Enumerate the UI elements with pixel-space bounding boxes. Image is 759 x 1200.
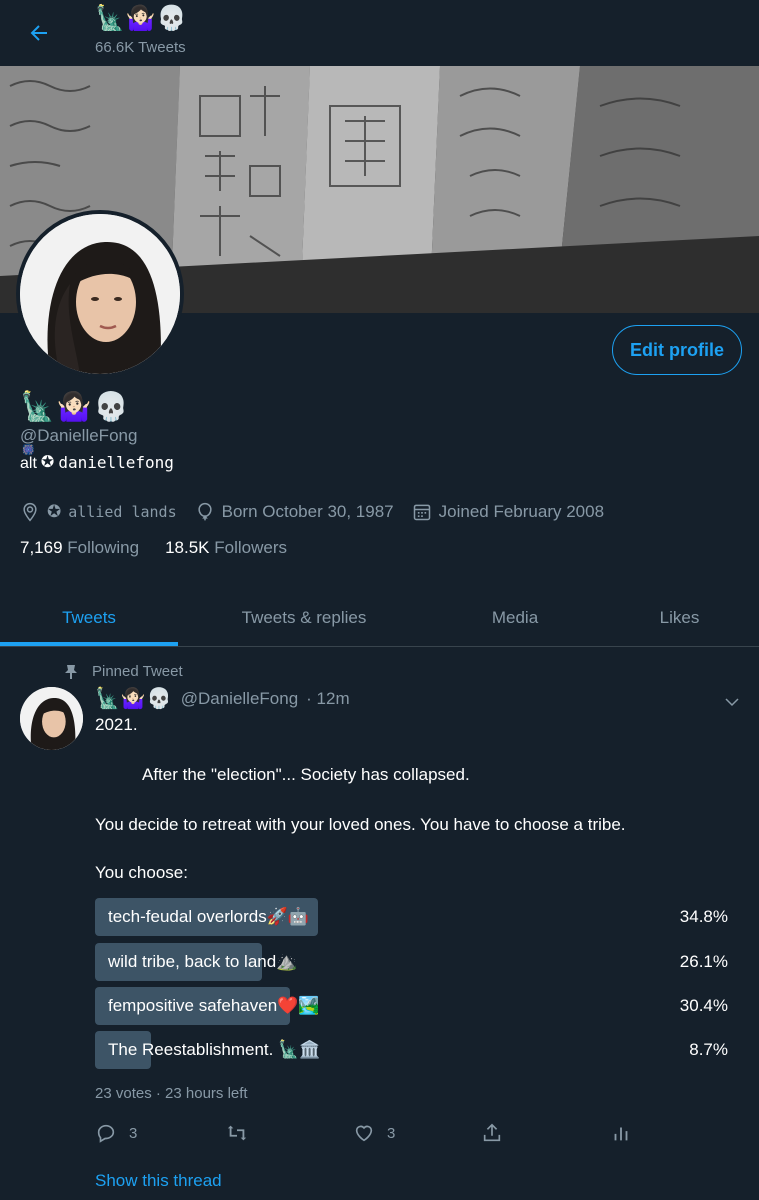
tweet-author-name[interactable]: 🗽🤷🏻‍♀️💀 bbox=[95, 686, 173, 711]
arrow-left-icon bbox=[30, 25, 47, 41]
tweet-actions: 3 3 bbox=[95, 1118, 655, 1148]
reply-button[interactable]: 3 bbox=[95, 1118, 137, 1148]
poll-meta: 23 votes · 23 hours left bbox=[95, 1085, 248, 1102]
poll-option: fempositive safehaven❤️🏞️ 30.4% bbox=[95, 987, 735, 1025]
tweet-header: 🗽🤷🏻‍♀️💀 @DanielleFong · 12m bbox=[95, 686, 350, 711]
bio-alt-text: alt bbox=[20, 455, 37, 472]
profile-avatar[interactable] bbox=[16, 210, 184, 378]
poll-option-label: fempositive safehaven❤️🏞️ bbox=[108, 996, 320, 1015]
profile-meta: ✪ allied lands Born October 30, 1987 Joi… bbox=[20, 499, 616, 525]
joined-item: Joined February 2008 bbox=[412, 502, 604, 522]
chevron-down-icon bbox=[725, 698, 739, 707]
tweet-menu-button[interactable] bbox=[720, 690, 744, 714]
tweet-text-line: You choose: bbox=[95, 863, 188, 882]
back-button[interactable] bbox=[22, 16, 56, 50]
tweet-text-line: You decide to retreat with your loved on… bbox=[95, 815, 626, 834]
active-tab-indicator bbox=[0, 642, 178, 646]
tweet-text-line: After the "election"... Society has coll… bbox=[142, 765, 470, 784]
tweet-avatar[interactable] bbox=[20, 687, 83, 750]
show-thread-link[interactable]: Show this thread bbox=[95, 1171, 222, 1191]
calendar-icon bbox=[413, 504, 430, 521]
pin-icon bbox=[65, 664, 77, 679]
following-count: 7,169 bbox=[20, 538, 63, 557]
reply-count: 3 bbox=[129, 1124, 138, 1142]
follow-stats: 7,169 Following 18.5K Followers bbox=[20, 538, 287, 558]
tab-tweets[interactable]: Tweets bbox=[0, 590, 178, 646]
poll-option-label: wild tribe, back to land⛰️ bbox=[108, 952, 298, 971]
pinned-indicator: Pinned Tweet bbox=[64, 663, 183, 680]
header-display-name: 🗽🤷🏻‍♀️💀 bbox=[95, 5, 188, 32]
share-icon bbox=[483, 1123, 501, 1142]
edit-profile-button[interactable]: Edit profile bbox=[612, 325, 742, 375]
profile-handle: @DanielleFong bbox=[20, 426, 138, 445]
bio-symbol: ✪ bbox=[40, 454, 55, 471]
heart-icon bbox=[355, 1125, 373, 1142]
birthday-text: Born October 30, 1987 bbox=[221, 502, 394, 521]
poll-option-label: tech-feudal overlords🚀🤖 bbox=[108, 907, 310, 926]
bio-name: daniellefong bbox=[58, 453, 174, 472]
retweet-button[interactable] bbox=[225, 1118, 249, 1148]
analytics-icon bbox=[614, 1127, 628, 1141]
analytics-button[interactable] bbox=[610, 1118, 632, 1148]
balloon-icon bbox=[198, 502, 212, 521]
poll-option: tech-feudal overlords🚀🤖 34.8% bbox=[95, 898, 735, 936]
retweet-icon bbox=[227, 1125, 247, 1141]
location-item: ✪ allied lands bbox=[20, 502, 177, 522]
followers-link[interactable]: 18.5K Followers bbox=[165, 538, 287, 558]
location-symbol: ✪ bbox=[47, 502, 62, 521]
like-button[interactable]: 3 bbox=[353, 1118, 395, 1148]
location-text: allied lands bbox=[68, 503, 177, 521]
tweet-text-line: 2021. bbox=[95, 715, 138, 734]
poll-option-percent: 8.7% bbox=[689, 1040, 728, 1059]
followers-count: 18.5K bbox=[165, 538, 210, 557]
header-tweet-count: 66.6K Tweets bbox=[95, 39, 186, 56]
birthday-item: Born October 30, 1987 bbox=[195, 502, 394, 522]
joined-text: Joined February 2008 bbox=[438, 502, 605, 521]
tab-media[interactable]: Media bbox=[430, 590, 600, 646]
profile-display-name: 🗽🤷🏻‍♀️💀 bbox=[20, 391, 131, 422]
tab-tweets-replies[interactable]: Tweets & replies bbox=[178, 590, 430, 646]
profile-tabs: Tweets Tweets & replies Media Likes bbox=[0, 590, 759, 647]
poll-option-label: The Reestablishment. 🗽🏛️ bbox=[108, 1040, 321, 1059]
poll-option: The Reestablishment. 🗽🏛️ 8.7% bbox=[95, 1031, 735, 1069]
poll-option: wild tribe, back to land⛰️ 26.1% bbox=[95, 943, 735, 981]
bio-alt: 🎆 alt bbox=[20, 446, 37, 472]
tweet-author-handle[interactable]: @DanielleFong bbox=[181, 689, 298, 709]
tab-likes[interactable]: Likes bbox=[600, 590, 759, 646]
tweet-time[interactable]: · 12m bbox=[306, 689, 349, 709]
following-link[interactable]: 7,169 Following bbox=[20, 538, 139, 558]
share-button[interactable] bbox=[481, 1118, 503, 1148]
reply-icon bbox=[97, 1124, 115, 1143]
following-label: Following bbox=[67, 538, 140, 557]
like-count: 3 bbox=[387, 1124, 396, 1142]
avatar-image bbox=[20, 214, 180, 374]
poll-option-percent: 30.4% bbox=[679, 996, 728, 1015]
followers-label: Followers bbox=[214, 538, 288, 557]
top-header: 🗽🤷🏻‍♀️💀 66.6K Tweets bbox=[0, 0, 759, 66]
bio-alt-sup: 🎆 bbox=[22, 445, 35, 456]
poll-option-percent: 26.1% bbox=[679, 952, 728, 971]
pinned-label: Pinned Tweet bbox=[92, 663, 183, 680]
location-pin-icon bbox=[23, 502, 37, 522]
profile-bio: 🎆 alt ✪ daniellefong bbox=[20, 446, 174, 473]
poll-option-percent: 34.8% bbox=[679, 907, 728, 926]
